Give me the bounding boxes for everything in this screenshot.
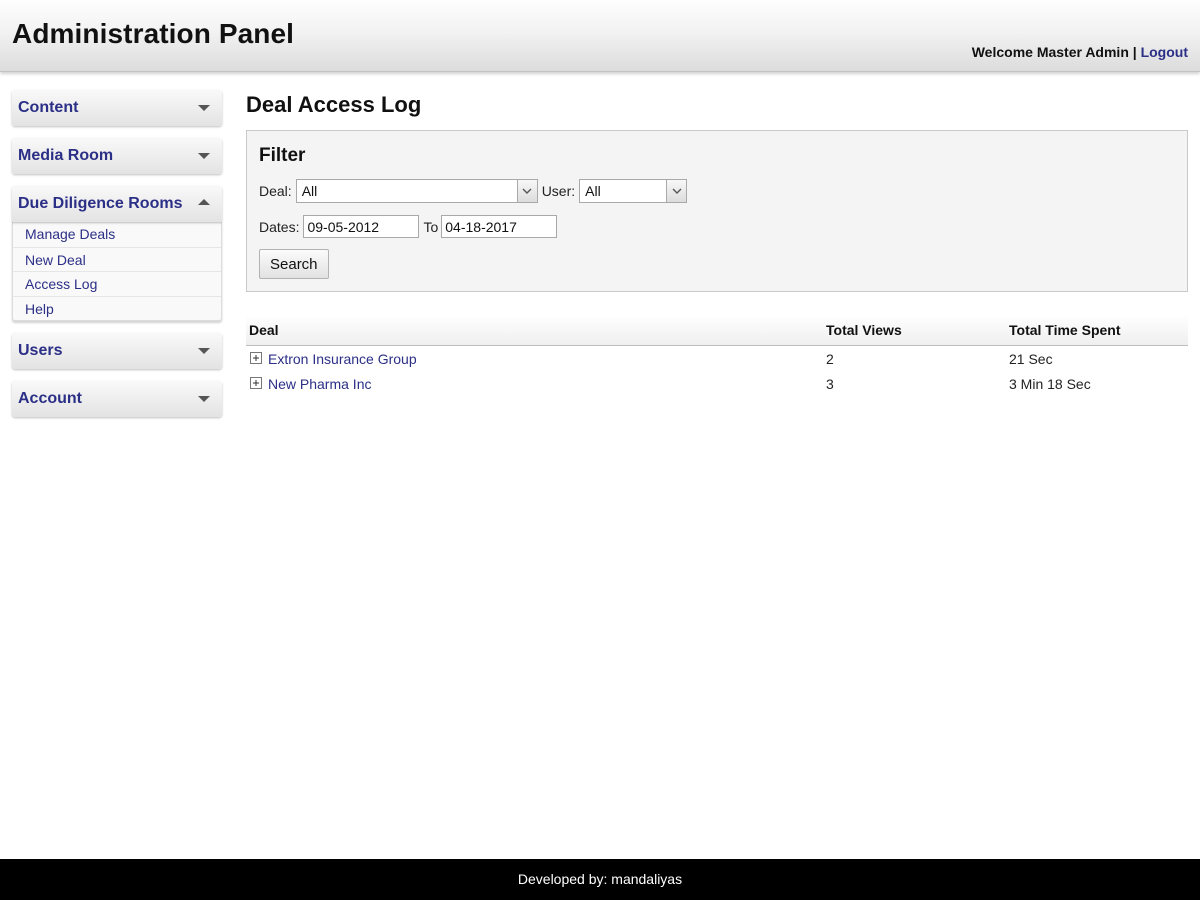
sidebar-menu-users[interactable]: Users xyxy=(12,333,222,369)
due-diligence-submenu: Manage Deals New Deal Access Log Help xyxy=(12,222,222,321)
sidebar-menu-label: Content xyxy=(18,99,79,116)
sidebar-menu-label: Users xyxy=(18,342,63,359)
sidebar-nav: Content Media Room Due Diligence Rooms M… xyxy=(12,90,222,429)
deal-label: Deal: xyxy=(259,183,292,199)
access-log-table: Deal Total Views Total Time Spent Extron… xyxy=(246,315,1188,397)
deal-select[interactable]: All xyxy=(295,179,538,203)
date-to-input[interactable] xyxy=(441,215,558,238)
page-title: Deal Access Log xyxy=(246,92,422,117)
search-button[interactable]: Search xyxy=(259,249,329,279)
user-select-value: All xyxy=(585,183,601,199)
column-header-total-time-spent: Total Time Spent xyxy=(1009,322,1121,338)
sidebar-item-manage-deals[interactable]: Manage Deals xyxy=(13,222,221,247)
chevron-down-icon xyxy=(198,105,210,111)
logout-link[interactable]: Logout xyxy=(1141,44,1188,60)
page-footer: Developed by: mandaliyas xyxy=(0,859,1200,900)
menu-block-account: Account xyxy=(12,381,222,417)
filter-panel: Filter Deal: All User: All Dates: To xyxy=(246,130,1188,292)
table-row: Extron Insurance Group 2 21 Sec xyxy=(246,347,1188,372)
sidebar-menu-label: Due Diligence Rooms xyxy=(18,195,183,212)
main-content: Deal Access Log Filter Deal: All User: A… xyxy=(246,90,1188,292)
chevron-down-icon[interactable] xyxy=(666,180,687,202)
menu-block-due-diligence: Due Diligence Rooms Manage Deals New Dea… xyxy=(12,186,222,321)
menu-block-media-room: Media Room xyxy=(12,138,222,174)
deal-link[interactable]: New Pharma Inc xyxy=(268,372,371,397)
column-header-total-views: Total Views xyxy=(826,322,902,338)
sidebar-menu-label: Media Room xyxy=(18,147,114,164)
chevron-down-icon xyxy=(198,396,210,402)
sidebar-menu-content[interactable]: Content xyxy=(12,90,222,126)
sidebar-menu-label: Account xyxy=(18,390,82,407)
welcome-text: Welcome Master Admin xyxy=(971,44,1129,60)
total-time-cell: 3 Min 18 Sec xyxy=(1009,376,1091,392)
welcome-bar: Welcome Master Admin | Logout xyxy=(972,44,1188,60)
table-row: New Pharma Inc 3 3 Min 18 Sec xyxy=(246,372,1188,397)
chevron-down-icon xyxy=(198,153,210,159)
welcome-separator: | xyxy=(1132,44,1137,60)
column-header-deal: Deal xyxy=(249,322,279,338)
filter-row-dates: Dates: To xyxy=(259,215,558,238)
filter-row-deal-user: Deal: All User: All xyxy=(259,179,688,203)
deal-link[interactable]: Extron Insurance Group xyxy=(268,347,417,372)
chevron-up-icon xyxy=(198,199,210,205)
sidebar-menu-due-diligence-rooms[interactable]: Due Diligence Rooms xyxy=(12,186,222,222)
date-from-input[interactable] xyxy=(303,215,420,238)
menu-block-users: Users xyxy=(12,333,222,369)
table-header: Deal Total Views Total Time Spent xyxy=(246,315,1188,346)
filter-title: Filter xyxy=(259,145,306,166)
chevron-down-icon xyxy=(198,348,210,354)
deal-select-value: All xyxy=(301,183,318,199)
expand-plus-icon[interactable] xyxy=(250,377,262,389)
sidebar-item-help[interactable]: Help xyxy=(13,295,221,321)
user-label: User: xyxy=(541,183,576,199)
sidebar-item-access-log[interactable]: Access Log xyxy=(13,271,221,296)
sidebar-menu-account[interactable]: Account xyxy=(12,381,222,417)
total-views-cell: 3 xyxy=(826,376,834,392)
expand-plus-icon[interactable] xyxy=(250,352,262,364)
to-label: To xyxy=(423,218,439,235)
sidebar-menu-media-room[interactable]: Media Room xyxy=(12,138,222,174)
total-views-cell: 2 xyxy=(826,351,834,367)
chevron-down-icon[interactable] xyxy=(516,180,537,202)
user-select[interactable]: All xyxy=(579,179,688,203)
app-header: Administration Panel Welcome Master Admi… xyxy=(0,0,1200,72)
sidebar-item-new-deal[interactable]: New Deal xyxy=(13,246,221,272)
menu-block-content: Content xyxy=(12,90,222,126)
dates-label: Dates: xyxy=(259,218,300,235)
footer-credit: Developed by: mandaliyas xyxy=(517,871,683,887)
app-title: Administration Panel xyxy=(12,18,295,49)
total-time-cell: 21 Sec xyxy=(1009,351,1053,367)
